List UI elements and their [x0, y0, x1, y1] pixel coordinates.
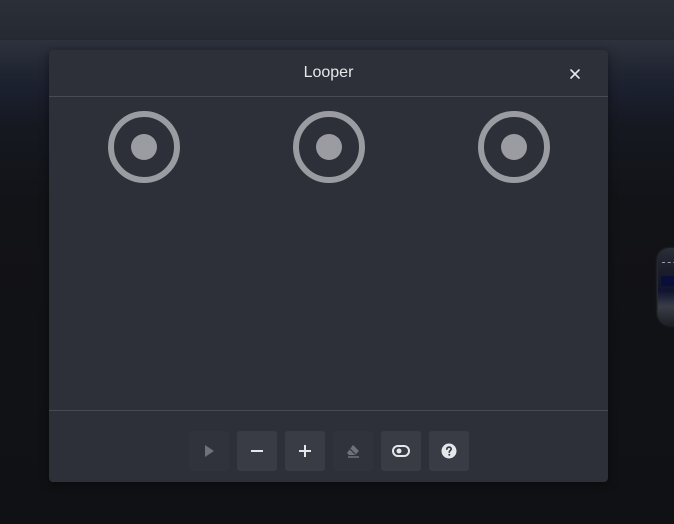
help-button[interactable]: [429, 431, 469, 471]
record-icon: [501, 134, 527, 160]
loop-slot-2[interactable]: [293, 111, 365, 183]
toolbar: [49, 410, 608, 483]
play-icon: [205, 445, 214, 457]
loop-slot-1[interactable]: [108, 111, 180, 183]
plus-icon: [299, 445, 311, 457]
increase-button[interactable]: [285, 431, 325, 471]
looper-dialog: Looper: [49, 50, 608, 482]
dialog-header: Looper: [49, 50, 608, 97]
eraser-icon: [347, 445, 359, 458]
background-object: [658, 248, 674, 326]
close-button[interactable]: [563, 62, 587, 86]
erase-button[interactable]: [333, 431, 373, 471]
toggle-icon: [392, 445, 410, 457]
play-button[interactable]: [189, 431, 229, 471]
minus-icon: [251, 450, 263, 452]
record-icon: [131, 134, 157, 160]
record-icon: [316, 134, 342, 160]
dialog-title: Looper: [303, 64, 354, 81]
help-icon: [441, 443, 457, 459]
close-icon: [570, 69, 580, 79]
decrease-button[interactable]: [237, 431, 277, 471]
loop-slot-3[interactable]: [478, 111, 550, 183]
toggle-button[interactable]: [381, 431, 421, 471]
